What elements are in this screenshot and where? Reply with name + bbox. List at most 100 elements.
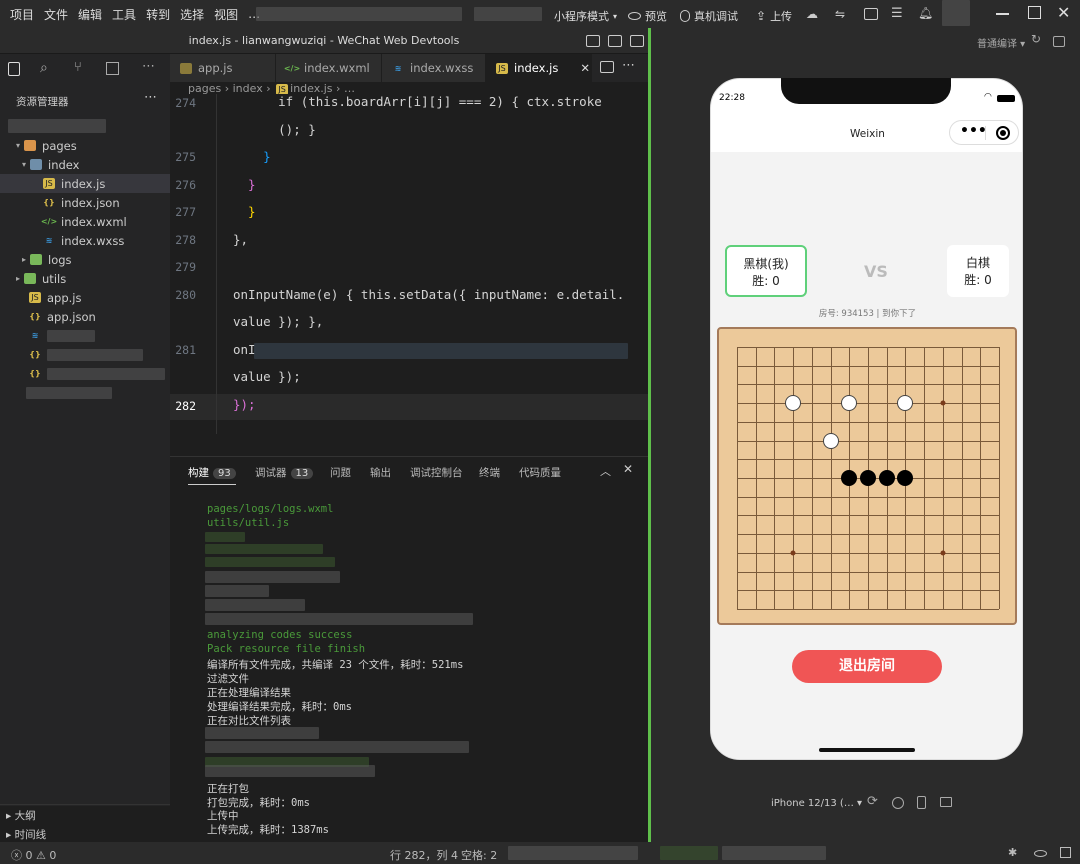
- bell-icon[interactable]: 🔔︎: [918, 6, 933, 20]
- tree-item-redacted[interactable]: {}: [0, 345, 170, 364]
- code-line: },: [233, 232, 249, 247]
- more-icon[interactable]: ⋯: [622, 58, 635, 73]
- preview-button[interactable]: 预览: [628, 8, 667, 24]
- capsule-menu[interactable]: •••: [949, 120, 1019, 145]
- star-point: [940, 550, 946, 556]
- mode-select[interactable]: 小程序模式 ▾: [554, 8, 617, 24]
- panel-tab-debugger[interactable]: 调试器 13: [255, 465, 314, 480]
- indentation[interactable]: 空格: 2: [461, 847, 497, 863]
- eye-icon: [628, 12, 641, 20]
- cloud-icon[interactable]: ☁: [806, 7, 818, 21]
- menu-select[interactable]: 选择: [180, 6, 204, 23]
- menu-goto[interactable]: 转到: [146, 6, 170, 23]
- tree-item-utils[interactable]: ▸ utils: [0, 269, 170, 288]
- phone-screen: 22:28 ◠ Weixin ••• 黑棋(我) 胜: 0 VS 白棋 胜: 0…: [710, 78, 1023, 760]
- close-panel-icon[interactable]: ✕: [623, 462, 633, 476]
- panel-tab-problems[interactable]: 问题: [330, 465, 351, 480]
- search-icon[interactable]: ⌕: [40, 60, 48, 76]
- status-bar: ⓧ 0 ⚠ 0 行 282，列 4 空格: 2 ✱: [0, 842, 1080, 864]
- source-control-icon[interactable]: ⑂: [74, 60, 82, 75]
- maximize-icon[interactable]: [1028, 6, 1041, 19]
- menu-lines-icon[interactable]: ☰: [891, 6, 903, 21]
- line-number: 280: [175, 288, 196, 302]
- panel-right-icon[interactable]: [630, 35, 644, 47]
- game-board[interactable]: [717, 327, 1017, 625]
- tree-item-index-wxml[interactable]: </> index.wxml: [0, 212, 170, 231]
- timeline-section[interactable]: ▸ 时间线: [6, 827, 46, 842]
- tree-item-app-js[interactable]: JS app.js: [0, 288, 170, 307]
- warning-count-value: 0: [49, 849, 57, 862]
- menu-edit[interactable]: 编辑: [78, 6, 102, 23]
- menu-project[interactable]: 项目: [10, 6, 34, 23]
- refresh-icon[interactable]: ↻: [1031, 32, 1041, 46]
- exit-room-button[interactable]: 退出房间: [792, 650, 942, 683]
- device-select[interactable]: iPhone 12/13 (… ▾: [771, 798, 862, 809]
- panel-icon[interactable]: [1060, 847, 1071, 858]
- panel-icon[interactable]: [1053, 36, 1065, 47]
- more-dots-icon[interactable]: •••: [960, 123, 987, 139]
- tree-item-redacted[interactable]: {}: [0, 364, 170, 383]
- board-line: [924, 347, 926, 609]
- tree-item-app-json[interactable]: {} app.json: [0, 307, 170, 326]
- vs-label: VS: [864, 262, 888, 281]
- folder-icon: [24, 273, 37, 284]
- code-line: value });: [233, 369, 301, 384]
- panel-tab-build[interactable]: 构建 93: [188, 465, 236, 485]
- minimize-icon[interactable]: [996, 13, 1009, 15]
- error-count[interactable]: ⓧ 0 ⚠ 0: [11, 847, 56, 863]
- tree-item-index-folder[interactable]: ▾ index: [0, 155, 170, 174]
- bug-icon[interactable]: ✱: [1008, 846, 1017, 859]
- bottom-panel: 构建 93 调试器 13 问题 输出 调试控制台 终端 代码质量 ︿ ✕ pages…: [170, 456, 648, 809]
- tab-app-js[interactable]: app.js: [170, 54, 276, 82]
- close-window-icon[interactable]: ✕: [1057, 3, 1070, 22]
- panel-tab-code-quality[interactable]: 代码质量: [519, 465, 561, 480]
- split-editor-icon[interactable]: [600, 61, 614, 73]
- line-number: 279: [175, 260, 196, 274]
- code-editor[interactable]: 274 275 276 277 278 279 280 281 282 if (…: [170, 94, 648, 434]
- tab-index-wxml[interactable]: </> index.wxml: [276, 54, 382, 82]
- tree-item-pages[interactable]: ▾ pages: [0, 136, 170, 155]
- black-player-card: 黑棋(我) 胜: 0: [725, 245, 807, 297]
- panel-tab-debug-console[interactable]: 调试控制台: [410, 465, 463, 480]
- menu-tools[interactable]: 工具: [112, 6, 136, 23]
- windows-icon[interactable]: [940, 797, 952, 807]
- eye-icon[interactable]: [1034, 850, 1047, 857]
- panel-tab-label: 调试器: [255, 467, 287, 479]
- layout-icon[interactable]: [864, 8, 878, 23]
- tab-index-js[interactable]: JS index.js ✕: [486, 54, 592, 82]
- player-score: 胜: 0: [752, 274, 780, 288]
- extensions-icon[interactable]: [106, 62, 119, 75]
- board-line: [737, 534, 999, 536]
- tree-item-index-js[interactable]: JS index.js: [0, 174, 170, 193]
- more-icon[interactable]: ⋯: [142, 59, 155, 74]
- close-miniprogram-icon[interactable]: [996, 126, 1010, 140]
- menu-file[interactable]: 文件: [44, 6, 68, 23]
- close-tab-icon[interactable]: ✕: [580, 61, 590, 75]
- outline-section[interactable]: ▸ 大纲: [6, 808, 36, 823]
- tree-item-redacted[interactable]: [0, 383, 170, 402]
- record-icon[interactable]: [892, 797, 904, 809]
- menu-view[interactable]: 视图: [214, 6, 238, 23]
- upload-button[interactable]: ⇪ 上传: [756, 8, 792, 24]
- remote-debug-button[interactable]: 真机调试: [680, 8, 738, 24]
- phone-icon[interactable]: [917, 796, 926, 809]
- files-icon[interactable]: [8, 62, 20, 76]
- home-indicator: [819, 748, 915, 752]
- panel-bottom-icon[interactable]: [608, 35, 622, 47]
- panel-tab-terminal[interactable]: 终端: [479, 465, 500, 480]
- tree-item-index-wxss[interactable]: ≋ index.wxss: [0, 231, 170, 250]
- compile-mode-select[interactable]: 普通编译 ▾: [977, 35, 1025, 50]
- tree-item-logs[interactable]: ▸ logs: [0, 250, 170, 269]
- panel-left-icon[interactable]: [586, 35, 600, 47]
- rotate-icon[interactable]: ⟳: [867, 794, 878, 809]
- swap-icon[interactable]: ⇋: [835, 7, 845, 21]
- tree-item-index-json[interactable]: {} index.json: [0, 193, 170, 212]
- chevron-up-icon[interactable]: ︿: [600, 463, 611, 479]
- tree-item-redacted[interactable]: ≋: [0, 326, 170, 345]
- panel-tab-output[interactable]: 输出: [370, 465, 391, 480]
- output-line: pages/logs/logs.wxml: [207, 503, 334, 515]
- line-number: 282: [175, 399, 196, 413]
- tab-index-wxss[interactable]: ≋ index.wxss: [382, 54, 486, 82]
- explorer-more-icon[interactable]: ⋯: [144, 90, 157, 105]
- cursor-position[interactable]: 行 282，列 4: [390, 847, 458, 863]
